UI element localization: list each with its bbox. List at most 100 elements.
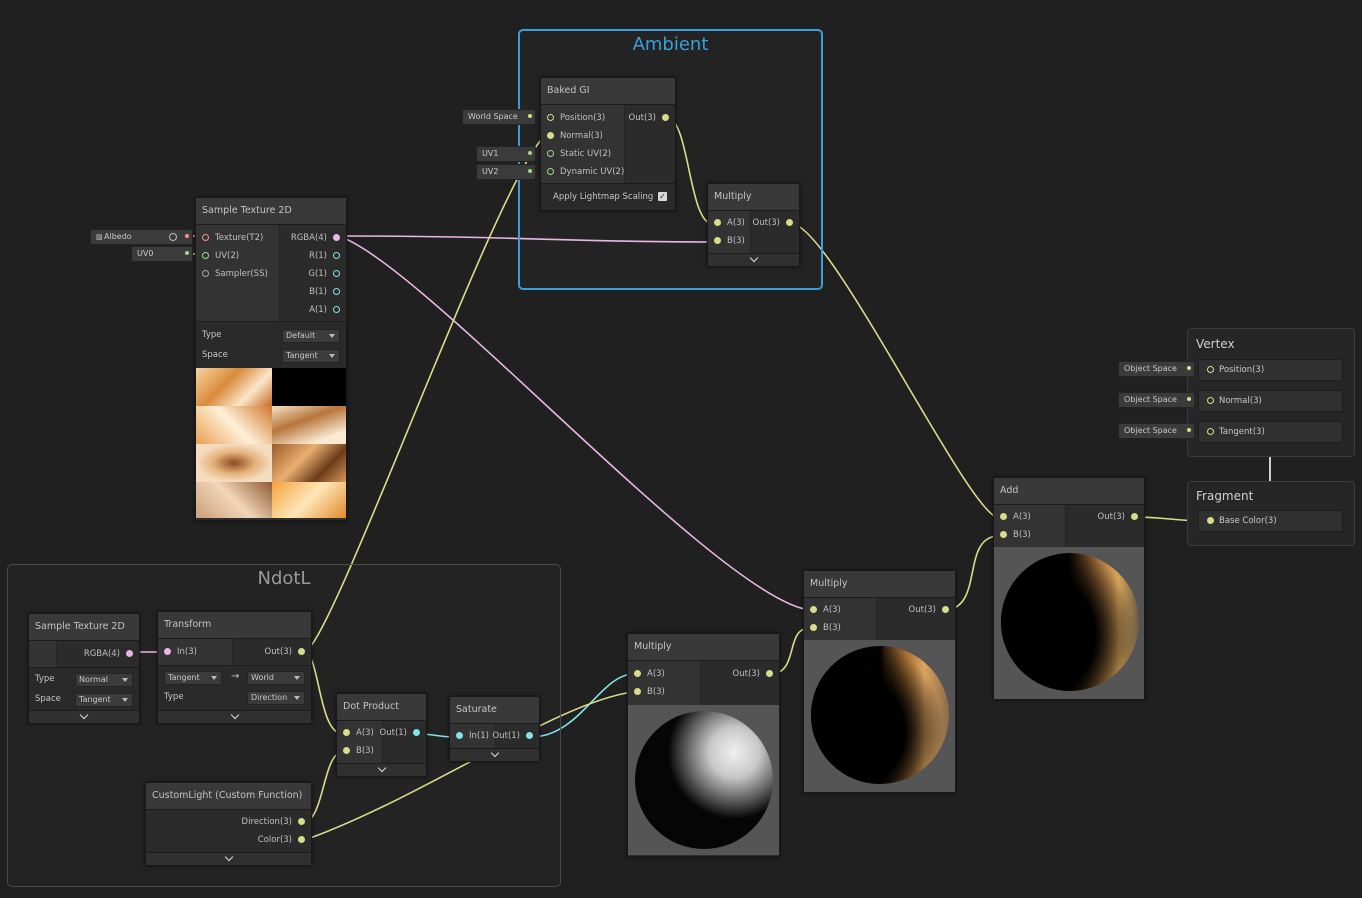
- port-g[interactable]: G(1): [308, 265, 340, 283]
- vertex-slot-normal[interactable]: Normal(3): [1198, 390, 1343, 412]
- node-title: CustomLight (Custom Function): [146, 783, 311, 810]
- space-dropdown[interactable]: Tangent: [75, 693, 133, 707]
- field-albedo-texture[interactable]: ▨Albedo: [90, 229, 193, 245]
- port-r[interactable]: R(1): [309, 247, 340, 265]
- node-dot-product[interactable]: Dot Product A(3) B(3) Out(1): [336, 693, 427, 777]
- prop-type-row: Type Normal: [35, 671, 133, 687]
- port-a[interactable]: A(1): [309, 301, 340, 319]
- node-title: Dot Product: [337, 694, 426, 721]
- port-dot-icon: [526, 732, 533, 739]
- port-a[interactable]: A(3): [714, 214, 745, 232]
- node-title: Add: [994, 478, 1144, 505]
- port-rgba[interactable]: RGBA(4): [291, 229, 340, 247]
- port-in[interactable]: In(1): [456, 727, 489, 745]
- port-b[interactable]: B(3): [634, 683, 665, 701]
- node-multiply-ambient[interactable]: Multiply A(3) B(3) Out(3): [707, 183, 800, 267]
- port-out[interactable]: Out(3): [629, 109, 669, 127]
- port-out[interactable]: Out(3): [733, 665, 773, 683]
- port-static-uv[interactable]: Static UV(2): [547, 145, 611, 163]
- port-dot-icon: [456, 732, 463, 739]
- node-multiply-mid[interactable]: Multiply A(3) B(3) Out(3): [803, 570, 956, 793]
- port-dot-icon: [547, 132, 554, 139]
- expand-toggle[interactable]: [146, 852, 311, 865]
- port-sampler[interactable]: Sampler(SS): [202, 265, 268, 283]
- port-b[interactable]: B(3): [810, 619, 841, 637]
- port-a[interactable]: A(3): [1000, 508, 1031, 526]
- port-a[interactable]: A(3): [634, 665, 665, 683]
- port-dynamic-uv[interactable]: Dynamic UV(2): [547, 163, 624, 181]
- fragment-slot-base-color[interactable]: Base Color(3): [1198, 510, 1343, 532]
- port-out[interactable]: Out(3): [753, 214, 793, 232]
- port-out[interactable]: Out(1): [493, 727, 533, 745]
- node-transform[interactable]: Transform In(3) Out(3) Tangent → World T…: [157, 611, 312, 724]
- port-dot-icon: [333, 252, 340, 259]
- multiply-mid-preview-sphere: [804, 640, 955, 792]
- port-b[interactable]: B(1): [309, 283, 340, 301]
- type-dropdown[interactable]: Normal: [75, 673, 133, 687]
- fragment-title: Fragment: [1196, 489, 1254, 503]
- port-a[interactable]: A(3): [343, 724, 374, 742]
- port-in[interactable]: In(3): [164, 643, 197, 661]
- type-dropdown[interactable]: Default: [282, 329, 340, 343]
- port-b[interactable]: B(3): [343, 742, 374, 760]
- apply-lightmap-scaling-checkbox[interactable]: ✓: [658, 192, 667, 201]
- port-rgba[interactable]: RGBA(4): [84, 645, 133, 663]
- field-world-space[interactable]: World Space: [462, 109, 536, 125]
- space-dropdown[interactable]: Tangent: [282, 349, 340, 363]
- node-sample-texture-normal[interactable]: Sample Texture 2D RGBA(4) Type Normal Sp…: [28, 613, 140, 724]
- node-sample-texture-main[interactable]: Sample Texture 2D Texture(T2) UV(2) Samp…: [195, 197, 347, 521]
- port-b[interactable]: B(3): [714, 232, 745, 250]
- multiply-low-preview-sphere: [628, 705, 779, 855]
- field-object-space-normal[interactable]: Object Space: [1118, 392, 1195, 408]
- prop-space-row: Space Tangent: [35, 691, 133, 707]
- port-out[interactable]: Out(3): [265, 643, 305, 661]
- port-out[interactable]: Out(3): [909, 601, 949, 619]
- port-position[interactable]: Position(3): [547, 109, 605, 127]
- port-dot-icon: [333, 288, 340, 295]
- field-object-space-tangent[interactable]: Object Space: [1118, 423, 1195, 439]
- port-direction[interactable]: Direction(3): [242, 813, 305, 831]
- port-out[interactable]: Out(1): [380, 724, 420, 742]
- expand-toggle[interactable]: [337, 763, 426, 776]
- node-custom-light[interactable]: CustomLight (Custom Function) Direction(…: [145, 782, 312, 866]
- fragment-context[interactable]: Fragment Base Color(3): [1187, 481, 1355, 546]
- node-multiply-low[interactable]: Multiply A(3) B(3) Out(3): [627, 633, 780, 857]
- port-dot-icon: [634, 688, 641, 695]
- port-dot-icon: [333, 270, 340, 277]
- texture-icon: ▨: [96, 233, 103, 241]
- node-title: Transform: [158, 612, 311, 639]
- port-color[interactable]: Color(3): [258, 831, 305, 849]
- port-dot-icon: [942, 606, 949, 613]
- node-add[interactable]: Add A(3) B(3) Out(3): [993, 477, 1145, 700]
- chevron-down-icon: [490, 748, 499, 758]
- expand-toggle[interactable]: [29, 710, 139, 723]
- expand-toggle[interactable]: [450, 748, 539, 761]
- port-out[interactable]: Out(3): [1098, 508, 1138, 526]
- chevron-down-icon: [79, 710, 89, 720]
- port-dot-icon: [1000, 513, 1007, 520]
- port-b[interactable]: B(3): [1000, 526, 1031, 544]
- type-dropdown[interactable]: Direction: [247, 691, 305, 705]
- expand-toggle[interactable]: [158, 710, 311, 723]
- field-dynamic-uv-channel[interactable]: UV2: [476, 164, 536, 180]
- field-object-space-position[interactable]: Object Space: [1118, 361, 1195, 377]
- field-static-uv-channel[interactable]: UV1: [476, 146, 536, 162]
- vertex-slot-tangent[interactable]: Tangent(3): [1198, 421, 1343, 443]
- port-dot-icon: [1131, 513, 1138, 520]
- node-title: Baked GI: [541, 78, 675, 105]
- node-saturate[interactable]: Saturate In(1) Out(1): [449, 696, 540, 762]
- node-baked-gi[interactable]: Baked GI Position(3) Normal(3) Static UV…: [540, 77, 676, 211]
- chevron-down-icon: [377, 763, 386, 773]
- port-normal[interactable]: Normal(3): [547, 127, 603, 145]
- port-uv[interactable]: UV(2): [202, 247, 239, 265]
- vertex-context[interactable]: Vertex Position(3) Normal(3) Tangent(3): [1187, 328, 1355, 457]
- expand-toggle[interactable]: [708, 253, 799, 266]
- node-title: Multiply: [804, 571, 955, 598]
- port-a[interactable]: A(3): [810, 601, 841, 619]
- from-space-dropdown[interactable]: Tangent: [164, 671, 222, 685]
- port-texture[interactable]: Texture(T2): [202, 229, 263, 247]
- vertex-slot-position[interactable]: Position(3): [1198, 359, 1343, 381]
- vertex-title: Vertex: [1196, 337, 1235, 351]
- to-space-dropdown[interactable]: World: [247, 671, 305, 685]
- field-uv-channel[interactable]: UV0: [131, 246, 193, 262]
